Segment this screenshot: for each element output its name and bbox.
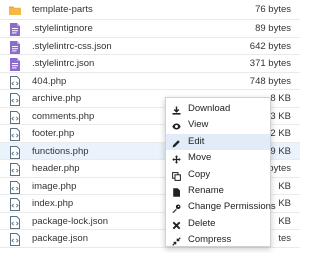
file-row[interactable]: .stylelintrc-css.json 642 bytes [0,37,300,55]
file-size: 748 bytes [249,75,291,87]
file-size: tes [278,233,291,244]
menu-item-label: Change Permissions [188,201,276,213]
file-name: header.php [32,163,80,174]
file-name: functions.php [32,145,89,157]
menu-item-view[interactable]: View [166,117,270,133]
file-size: .8 KB [267,93,291,104]
file-size: KB [278,215,291,227]
rename-icon [172,187,181,197]
code-file-icon [9,198,21,211]
code-file-icon [9,215,21,229]
key-icon [172,203,181,214]
menu-item-label: Rename [188,184,224,196]
eye-icon [172,121,181,130]
menu-item-compress[interactable]: Compress [166,232,270,248]
delete-icon [172,220,181,230]
file-name: 404.php [32,75,67,87]
folder-icon [9,4,21,17]
menu-item-change-permissions[interactable]: Change Permissions [166,199,276,215]
context-menu: Download View Edit Move Copy Rename Change Per… [165,97,276,248]
code-file-icon [9,163,21,176]
file-name: index.php [32,198,74,209]
file-name: template-parts [32,4,93,15]
menu-item-label: View [188,119,209,131]
menu-item-label: Delete [188,217,216,229]
menu-item-label: Compress [188,234,232,246]
menu-item-rename[interactable]: Rename [166,183,270,199]
file-name: package.json [32,233,88,244]
file-name: .stylelintrc.json [32,58,95,69]
file-size: 642 bytes [249,40,291,52]
file-row[interactable]: .stylelintignore 89 bytes [0,20,300,38]
file-row[interactable]: 404.php 748 bytes [0,72,300,90]
menu-item-copy[interactable]: Copy [166,167,270,183]
file-name: .stylelintignore [32,23,93,34]
file-name: comments.php [32,110,95,122]
file-size: KB [278,198,291,209]
file-size: KB [278,180,291,192]
code-file-icon [9,233,21,246]
download-icon [172,105,181,115]
menu-item-delete[interactable]: Delete [166,216,270,232]
menu-item-label: Move [188,152,212,164]
menu-item-label: Copy [188,168,211,180]
move-icon [172,154,181,164]
file-size: 2 KB [270,128,291,139]
file-row[interactable]: template-parts 76 bytes [0,0,300,20]
code-file-icon [9,75,21,89]
menu-item-label: Download [188,103,231,114]
text-file-icon [9,40,21,54]
file-size: 76 bytes [255,4,291,15]
file-row[interactable]: .stylelintrc.json 371 bytes [0,55,300,73]
code-file-icon [9,145,21,159]
file-name: image.php [32,180,77,192]
code-file-icon [9,110,21,124]
file-size: 89 bytes [255,23,291,34]
code-file-icon [9,180,21,194]
file-name: package-lock.json [32,215,109,227]
menu-item-edit[interactable]: Edit [166,133,270,151]
menu-item-label: Edit [188,135,205,147]
file-name: footer.php [32,128,75,139]
pencil-icon [172,138,181,148]
file-size: 371 bytes [249,58,291,69]
code-file-icon [9,93,21,106]
file-name: archive.php [32,93,82,104]
text-file-icon [9,23,21,36]
file-name: .stylelintrc-css.json [32,40,112,52]
code-file-icon [9,128,21,141]
file-size: .3 KB [267,110,291,122]
menu-item-download[interactable]: Download [166,101,270,117]
copy-icon [172,171,181,181]
menu-item-move[interactable]: Move [166,150,270,166]
text-file-icon [9,58,21,71]
